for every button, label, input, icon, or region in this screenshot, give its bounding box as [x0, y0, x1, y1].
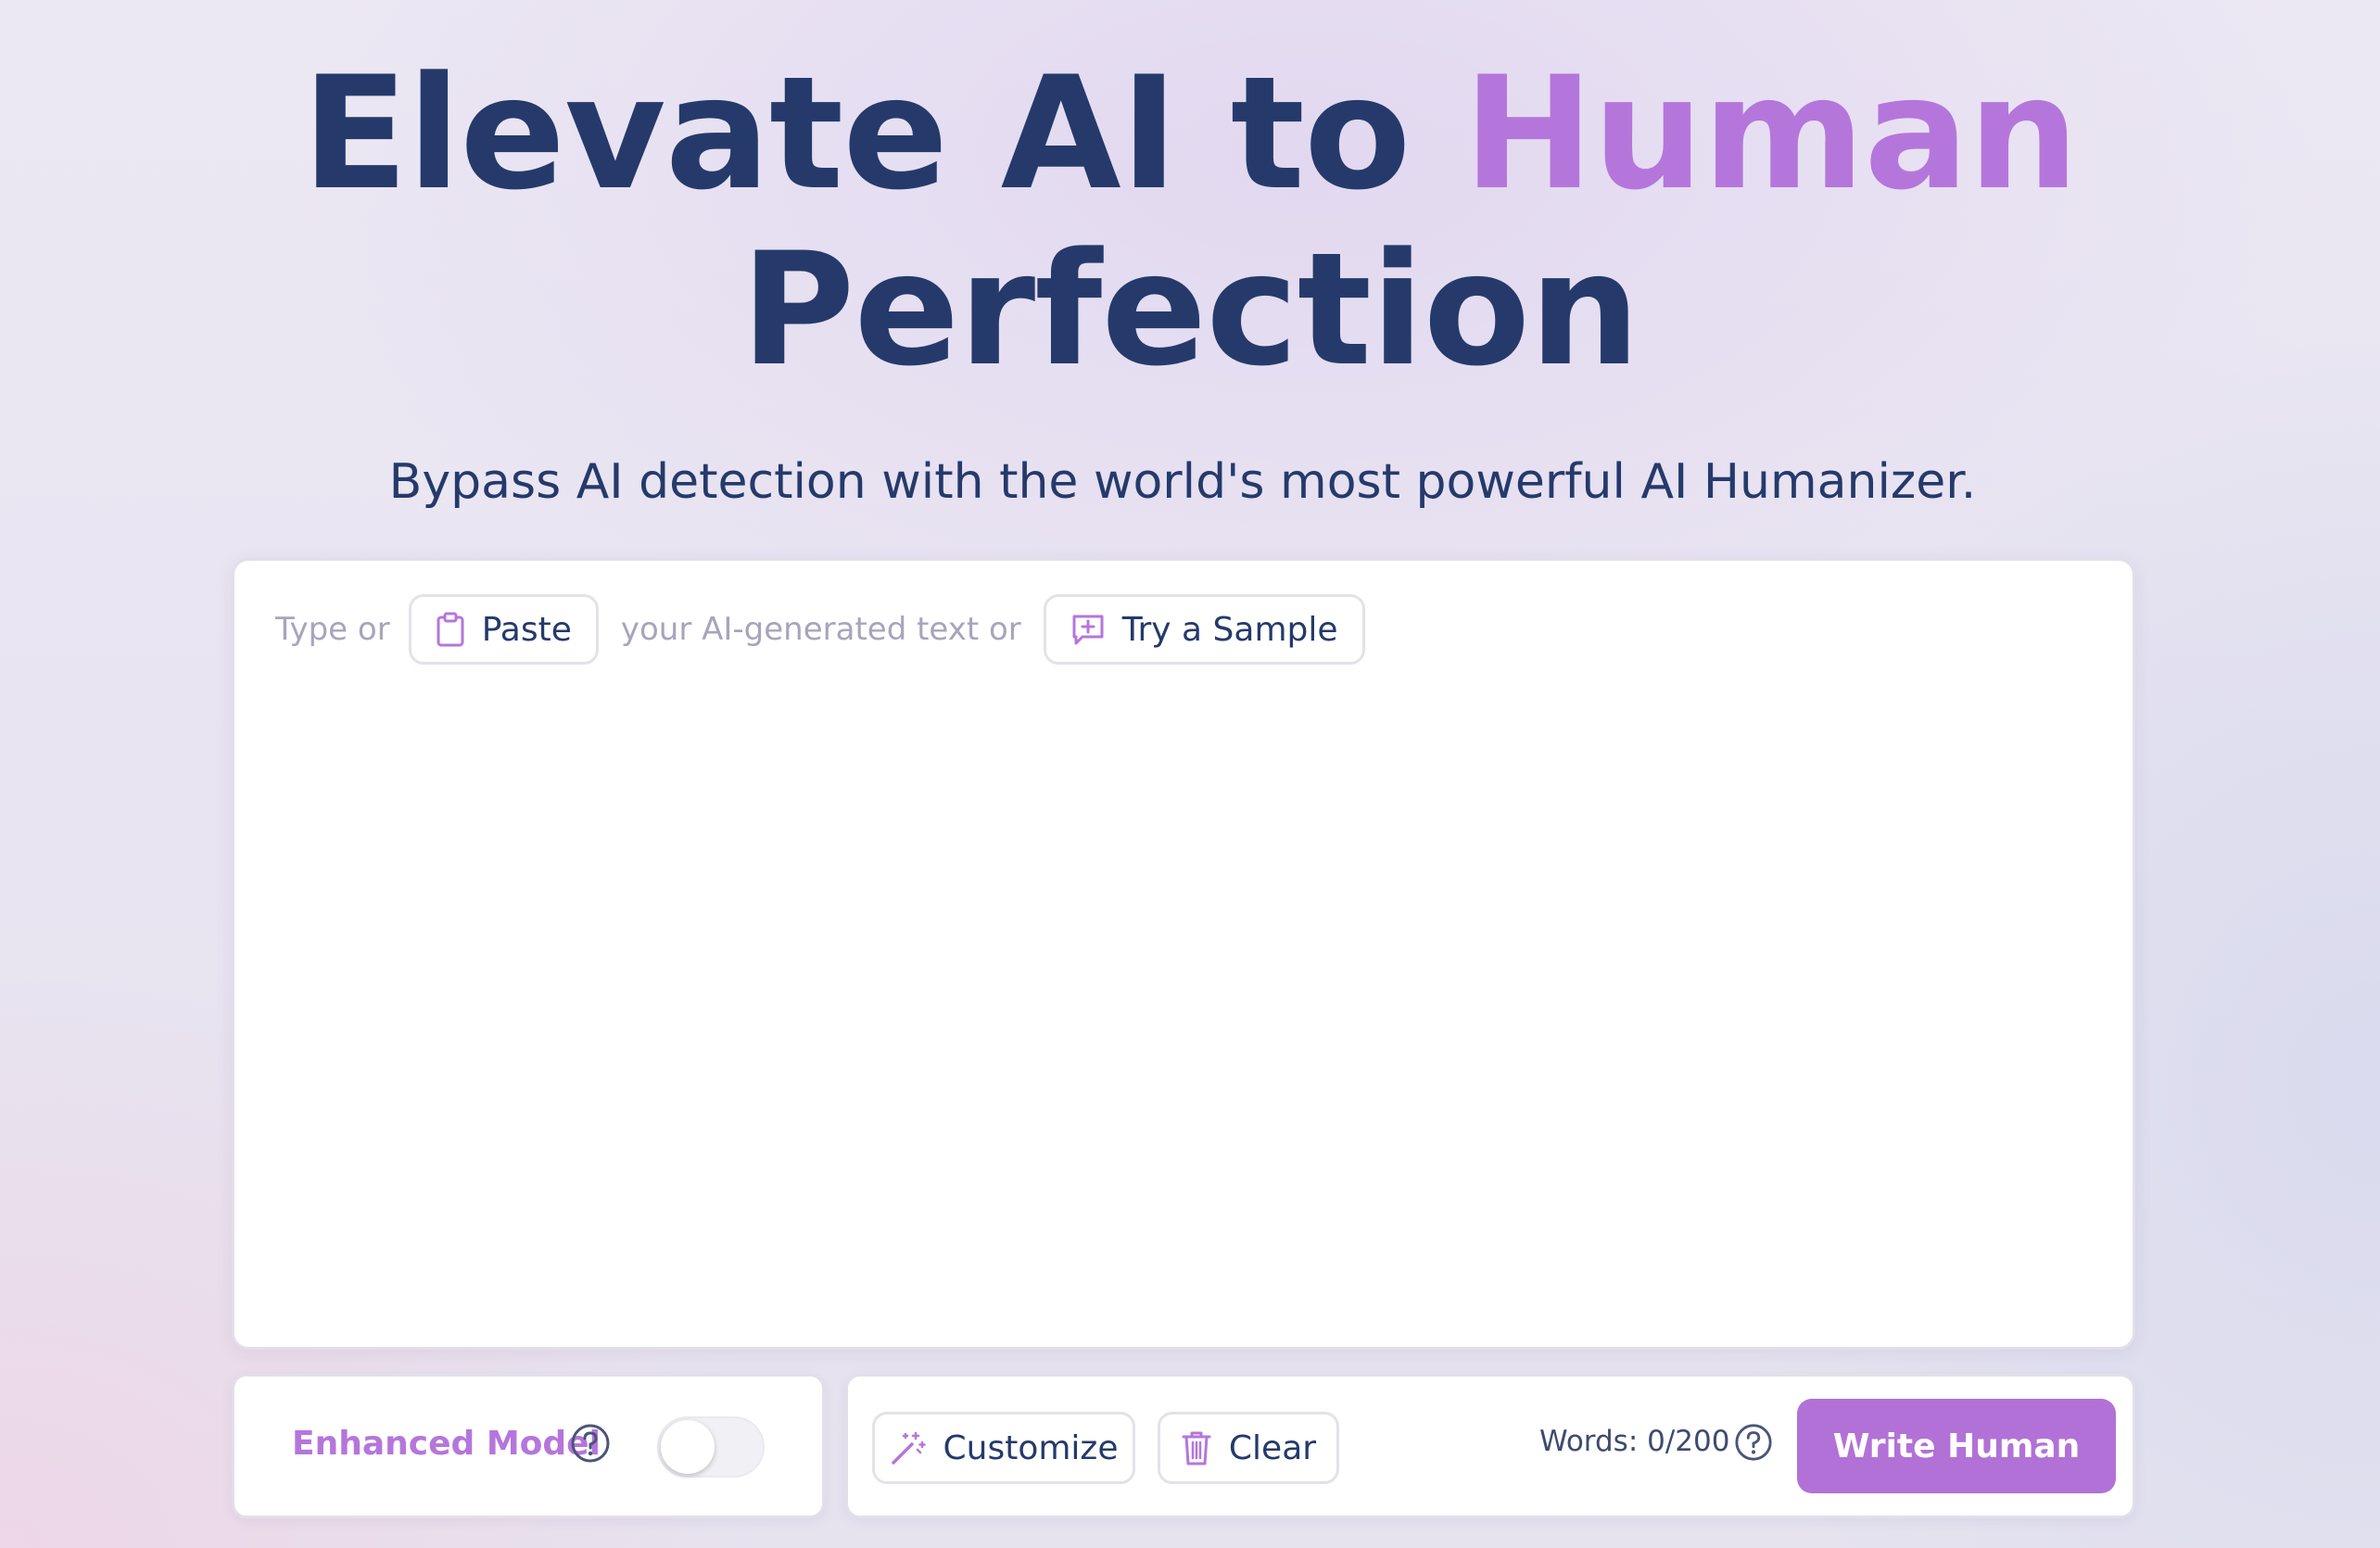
hero-subtitle: Bypass AI detection with the world's mos…: [388, 454, 1977, 510]
input-prompt-row: Type or Paste your AI-generated text or …: [275, 592, 1365, 666]
chat-sparkle-icon: [1070, 613, 1106, 646]
enhanced-model-toggle[interactable]: [657, 1416, 765, 1478]
clipboard-icon: [436, 612, 465, 647]
prompt-prefix: Type or: [275, 611, 390, 648]
actions-card: Customize Clear Words: 0/200 Write Human: [845, 1374, 2135, 1518]
customize-button[interactable]: Customize: [872, 1412, 1135, 1484]
hero-title-line-2: Perfection: [741, 219, 1639, 400]
hero-title-prefix: Elevate AI to: [301, 43, 1412, 224]
prompt-middle: your AI-generated text or: [620, 611, 1021, 648]
clear-label: Clear: [1228, 1428, 1317, 1467]
magic-wand-icon: [890, 1429, 927, 1466]
try-sample-button[interactable]: Try a Sample: [1043, 594, 1365, 665]
text-input-area[interactable]: Type or Paste your AI-generated text or …: [232, 558, 2135, 1350]
model-options-card: Enhanced Model: [232, 1374, 825, 1518]
write-human-button[interactable]: Write Human: [1797, 1399, 2116, 1493]
trash-icon: [1181, 1429, 1212, 1466]
question-circle-icon[interactable]: [570, 1423, 611, 1464]
question-circle-icon[interactable]: [1734, 1423, 1773, 1462]
try-sample-label: Try a Sample: [1121, 610, 1338, 649]
hero-title-line-1: Elevate AI to Human: [0, 56, 2380, 211]
clear-button[interactable]: Clear: [1158, 1412, 1339, 1484]
word-count: Words: 0/200: [1539, 1425, 1730, 1458]
paste-label: Paste: [481, 610, 572, 649]
hero-title-accent: Human: [1462, 43, 2079, 224]
enhanced-model-label: Enhanced Model: [292, 1425, 601, 1463]
toggle-knob: [661, 1420, 715, 1474]
customize-label: Customize: [943, 1428, 1119, 1467]
paste-button[interactable]: Paste: [408, 594, 599, 665]
